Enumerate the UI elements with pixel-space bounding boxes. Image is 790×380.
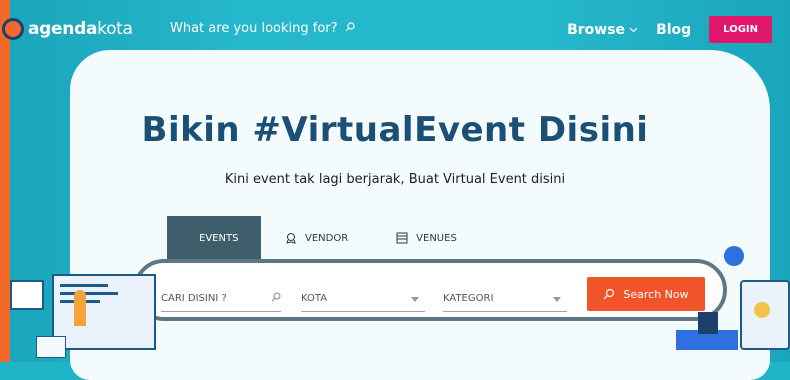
search-icon[interactable] — [345, 22, 355, 32]
illustration-right — [676, 246, 790, 362]
keyword-placeholder: CARI DISINI ? — [161, 293, 227, 304]
keyword-field[interactable]: CARI DISINI ? — [161, 289, 281, 312]
logo-text: agendakota — [28, 19, 133, 39]
page-title: Bikin #VirtualEvent Disini — [141, 110, 649, 150]
header-search-input[interactable]: What are you looking for? — [170, 21, 338, 36]
tab-venues-label: VENUES — [416, 232, 457, 244]
city-select[interactable]: KOTA — [301, 289, 425, 312]
tab-vendor-label: VENDOR — [305, 232, 349, 244]
caret-down-icon — [553, 297, 561, 302]
search-icon — [603, 288, 615, 300]
logo[interactable]: agendakota — [2, 18, 133, 40]
tab-events[interactable]: EVENTS — [167, 216, 261, 260]
illustration-left — [0, 272, 160, 362]
search-tabs: EVENTS VENDOR VENUES — [167, 216, 481, 260]
header-bar: agendakota What are you looking for? Bro… — [0, 0, 790, 60]
caret-down-icon — [411, 297, 419, 302]
page-subtitle: Kini event tak lagi berjarak, Buat Virtu… — [224, 172, 566, 187]
search-form: CARI DISINI ? KOTA KATEGORI Search Now — [133, 259, 727, 321]
tab-vendor[interactable]: VENDOR — [261, 216, 372, 260]
login-button[interactable]: LOGIN — [709, 16, 772, 43]
category-select[interactable]: KATEGORI — [443, 289, 567, 312]
category-placeholder: KATEGORI — [443, 293, 494, 304]
nav-browse[interactable]: Browse — [567, 22, 638, 38]
chevron-down-icon — [629, 27, 638, 32]
nav-blog[interactable]: Blog — [656, 22, 691, 38]
main-nav: Browse Blog LOGIN — [567, 16, 772, 43]
tab-venues[interactable]: VENUES — [372, 216, 481, 260]
ribbon-icon — [286, 233, 296, 244]
city-placeholder: KOTA — [301, 293, 328, 304]
tab-events-label: EVENTS — [199, 232, 239, 244]
logo-icon — [2, 18, 24, 40]
hero-background-shape — [70, 50, 770, 380]
building-icon — [396, 232, 408, 244]
search-icon — [271, 292, 281, 302]
